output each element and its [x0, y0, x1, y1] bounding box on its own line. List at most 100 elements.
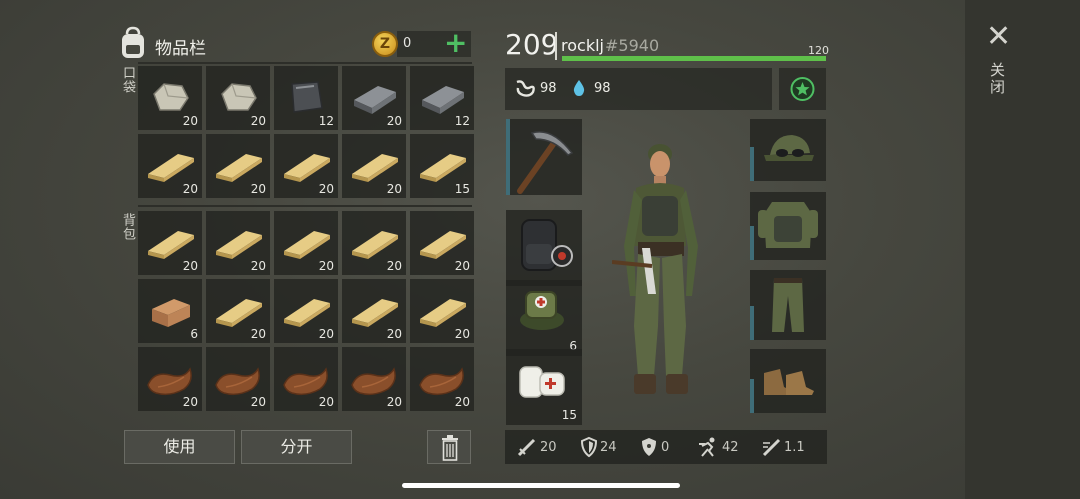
- item-count: 20: [386, 114, 402, 128]
- backpack-icon: [118, 26, 148, 60]
- item-count: 20: [386, 395, 402, 409]
- plank-icon: [216, 299, 262, 327]
- item-count: 20: [250, 114, 266, 128]
- split-button[interactable]: 分开: [241, 430, 352, 464]
- pocket-label: 口袋: [120, 66, 135, 94]
- item-count: 20: [454, 327, 470, 341]
- item-count: 6: [190, 327, 198, 341]
- item-count: 15: [454, 182, 470, 196]
- food-value: 98: [540, 81, 557, 96]
- leather-icon: [147, 367, 192, 396]
- plank-icon: [420, 231, 466, 259]
- item-count: 20: [182, 182, 198, 196]
- inventory-slot[interactable]: 20: [410, 279, 474, 343]
- inventory-slot[interactable]: 20: [342, 134, 406, 198]
- camo-vest-icon: [758, 202, 818, 248]
- coin-count: 0: [403, 36, 412, 51]
- buff-button[interactable]: [779, 68, 826, 110]
- home-indicator[interactable]: [402, 483, 680, 488]
- item-count: 20: [386, 259, 402, 273]
- item-count: 20: [318, 327, 334, 341]
- leather-icon: [215, 367, 260, 396]
- legs-slot[interactable]: [750, 270, 826, 340]
- item-count: 12: [454, 114, 470, 128]
- inventory-slot[interactable]: 15: [410, 134, 474, 198]
- close-button[interactable]: ✕: [986, 22, 1011, 52]
- trash-icon: [442, 435, 458, 461]
- defense-value: 24: [600, 440, 617, 455]
- torso-slot[interactable]: [750, 192, 826, 260]
- close-label[interactable]: 关闭: [987, 62, 1008, 96]
- feet-slot[interactable]: [750, 349, 826, 413]
- backpack-divider: [138, 205, 472, 207]
- inventory-slot[interactable]: 20: [342, 279, 406, 343]
- bandage-count: 15: [561, 408, 577, 422]
- item-count: 20: [454, 259, 470, 273]
- sword-icon: [516, 437, 538, 461]
- item-count: 20: [250, 395, 266, 409]
- inventory-slot[interactable]: 20: [274, 347, 338, 411]
- stomach-icon: [514, 78, 536, 102]
- inventory-slot[interactable]: 20: [138, 134, 202, 198]
- inventory-slot[interactable]: 20: [274, 211, 338, 275]
- crit-value: 1.1: [784, 440, 805, 455]
- stone-icon: [221, 83, 257, 111]
- inventory-slot[interactable]: 20: [274, 134, 338, 198]
- item-count: 20: [318, 259, 334, 273]
- inventory-slot[interactable]: 20: [138, 211, 202, 275]
- camo-pants-icon: [772, 278, 804, 332]
- star-icon: [790, 77, 815, 101]
- leather-icon: [283, 367, 328, 396]
- inventory-slot[interactable]: 20: [410, 347, 474, 411]
- item-count: 20: [318, 182, 334, 196]
- plank-icon: [352, 299, 398, 327]
- leather-icon: [419, 367, 464, 396]
- plank-icon: [148, 231, 194, 259]
- trash-button[interactable]: [427, 430, 471, 464]
- inventory-slot[interactable]: 20: [274, 279, 338, 343]
- item-count: 20: [182, 114, 198, 128]
- inventory-slot[interactable]: 6: [138, 279, 202, 343]
- use-button[interactable]: 使用: [124, 430, 235, 464]
- item-count: 20: [386, 327, 402, 341]
- leather-icon: [351, 367, 396, 396]
- item-count: 20: [318, 395, 334, 409]
- backpack-label: 背包: [120, 213, 135, 241]
- bandage-slot[interactable]: 15: [506, 349, 582, 425]
- item-count: 20: [454, 395, 470, 409]
- item-count: 20: [250, 327, 266, 341]
- coin-icon: Z: [372, 31, 398, 57]
- inventory-slot[interactable]: 20: [206, 279, 270, 343]
- boots-icon: [764, 369, 814, 395]
- inventory-slot[interactable]: 20: [206, 66, 270, 130]
- inventory-slot[interactable]: 20: [206, 134, 270, 198]
- running-icon: [696, 436, 720, 462]
- inventory-slot[interactable]: 12: [274, 66, 338, 130]
- medkit-slot[interactable]: 6: [506, 280, 582, 356]
- first-aid-bag-icon: [520, 291, 564, 330]
- hand-slot[interactable]: [506, 119, 582, 195]
- inventory-slot[interactable]: 20: [206, 347, 270, 411]
- plank-icon: [352, 231, 398, 259]
- inventory-slot[interactable]: 12: [410, 66, 474, 130]
- health-bar-fill: [562, 56, 826, 61]
- item-count: 20: [250, 259, 266, 273]
- inventory-slot[interactable]: 20: [138, 347, 202, 411]
- bag-slot[interactable]: [506, 210, 582, 286]
- health-value: 120: [808, 44, 829, 57]
- camo-cap-icon: [764, 135, 814, 161]
- player-id: #5940: [605, 36, 660, 55]
- inventory-slot[interactable]: 20: [342, 66, 406, 130]
- head-slot[interactable]: [750, 119, 826, 181]
- inventory-slot[interactable]: 20: [410, 211, 474, 275]
- water-drop-icon: [572, 78, 586, 102]
- inventory-slot[interactable]: 20: [206, 211, 270, 275]
- player-character: [611, 136, 722, 408]
- inventory-slot[interactable]: 20: [342, 211, 406, 275]
- item-count: 12: [318, 114, 334, 128]
- inventory-slot[interactable]: 20: [138, 66, 202, 130]
- iron-ingot-icon: [354, 86, 396, 114]
- crit-sword-icon: [760, 436, 784, 462]
- add-coins-button[interactable]: +: [444, 28, 467, 58]
- inventory-slot[interactable]: 20: [342, 347, 406, 411]
